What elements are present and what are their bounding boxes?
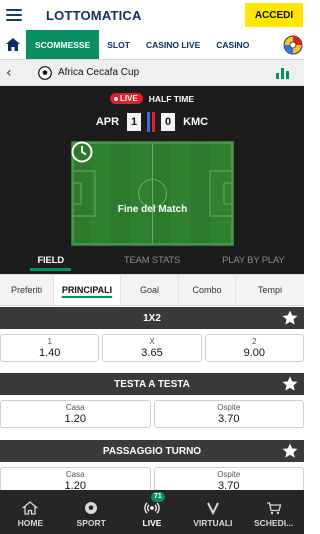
- star-icon[interactable]: [281, 309, 299, 327]
- away-score: 0: [161, 113, 176, 131]
- star-icon[interactable]: [281, 375, 299, 393]
- home-icon: [22, 501, 39, 515]
- odd-button-ospite[interactable]: Ospite 3.70: [153, 400, 304, 428]
- market-passaggio-turno: PASSAGGIO TURNO Casa 1.20 Ospite 3.70: [0, 440, 304, 495]
- away-team: KMC: [183, 116, 209, 128]
- soccer-ball-icon: [38, 65, 52, 80]
- tab-team-stats[interactable]: TEAM STATS: [101, 246, 202, 274]
- football-pitch: Fine del Match: [71, 141, 234, 246]
- market-title: 1X2: [143, 312, 161, 324]
- back-arrow-icon[interactable]: ‹: [6, 65, 22, 81]
- tab-tempi[interactable]: Tempi: [236, 275, 304, 305]
- market-1x2: 1X2 1 1.40 X 3.65 2 9.00: [0, 307, 304, 362]
- tab-goal[interactable]: Goal: [121, 275, 179, 305]
- tab-casino-live[interactable]: CASINO LIVE: [138, 30, 208, 59]
- tab-principali[interactable]: PRINCIPALI: [54, 275, 121, 305]
- competition-bar: ‹ Africa Cecafa Cup: [0, 60, 304, 86]
- odd-button-1[interactable]: 1 1.40: [0, 334, 100, 362]
- main-nav: SCOMMESSE SLOT CASINO LIVE CASINO: [0, 30, 304, 60]
- tab-field[interactable]: FIELD: [0, 246, 101, 274]
- cart-icon: [266, 502, 281, 515]
- odd-button-2[interactable]: 2 9.00: [204, 334, 304, 362]
- tab-slot[interactable]: SLOT: [99, 30, 138, 59]
- tab-preferiti[interactable]: Preferiti: [0, 275, 54, 305]
- clock-icon: [71, 141, 93, 163]
- live-scoreboard: LIVE HALF TIME APR 1 0 KMC Fine del Matc…: [0, 86, 304, 274]
- stats-chart-icon[interactable]: [276, 67, 290, 79]
- star-icon[interactable]: [281, 442, 299, 460]
- home-score: 1: [127, 113, 142, 131]
- tab-scommesse[interactable]: SCOMMESSE: [26, 30, 100, 59]
- top-header: LOTTOMATICA ACCEDI: [0, 0, 304, 30]
- live-dot-icon: [113, 96, 118, 101]
- bottom-nav: HOME SPORT 71 LIVE VIRTUALI SCHEDI...: [0, 490, 304, 534]
- live-signal-icon: [144, 502, 160, 514]
- virtual-v-icon: [206, 502, 219, 515]
- bottom-nav-virtuali[interactable]: VIRTUALI: [182, 490, 243, 534]
- odd-button-x[interactable]: X 3.65: [102, 334, 202, 362]
- home-team: APR: [95, 116, 120, 128]
- bottom-nav-sport[interactable]: SPORT: [61, 490, 122, 534]
- tab-combo[interactable]: Combo: [179, 275, 236, 305]
- market-tabs: Preferiti PRINCIPALI Goal Combo Tempi: [0, 274, 304, 306]
- market-title: PASSAGGIO TURNO: [102, 445, 202, 457]
- bottom-nav-home[interactable]: HOME: [0, 490, 61, 534]
- live-badge: LIVE: [109, 93, 143, 104]
- away-color-bar: [152, 112, 156, 132]
- odd-button-casa[interactable]: Casa 1.20: [0, 400, 151, 428]
- market-title: TESTA A TESTA: [114, 378, 190, 390]
- market-testa-a-testa: TESTA A TESTA Casa 1.20 Ospite 3.70: [0, 373, 304, 428]
- soccer-ball-icon: [85, 502, 98, 514]
- bottom-nav-live[interactable]: 71 LIVE: [122, 490, 183, 534]
- home-color-bar: [147, 112, 151, 132]
- competition-name: Africa Cecafa Cup: [58, 67, 140, 78]
- home-icon[interactable]: [0, 30, 26, 59]
- live-count-badge: 71: [150, 492, 165, 502]
- match-status: HALF TIME: [148, 93, 195, 104]
- more-games-icon[interactable]: [282, 30, 304, 59]
- bottom-nav-schedina[interactable]: SCHEDI...: [243, 490, 304, 534]
- login-button[interactable]: ACCEDI: [245, 3, 303, 27]
- match-ended-text: Fine del Match: [117, 204, 188, 215]
- menu-icon[interactable]: [6, 9, 22, 21]
- match-view-tabs: FIELD TEAM STATS PLAY BY PLAY: [0, 246, 304, 274]
- lottomatica-logo[interactable]: LOTTOMATICA: [46, 8, 245, 23]
- tab-casino[interactable]: CASINO: [208, 30, 257, 59]
- tab-play-by-play[interactable]: PLAY BY PLAY: [203, 246, 304, 274]
